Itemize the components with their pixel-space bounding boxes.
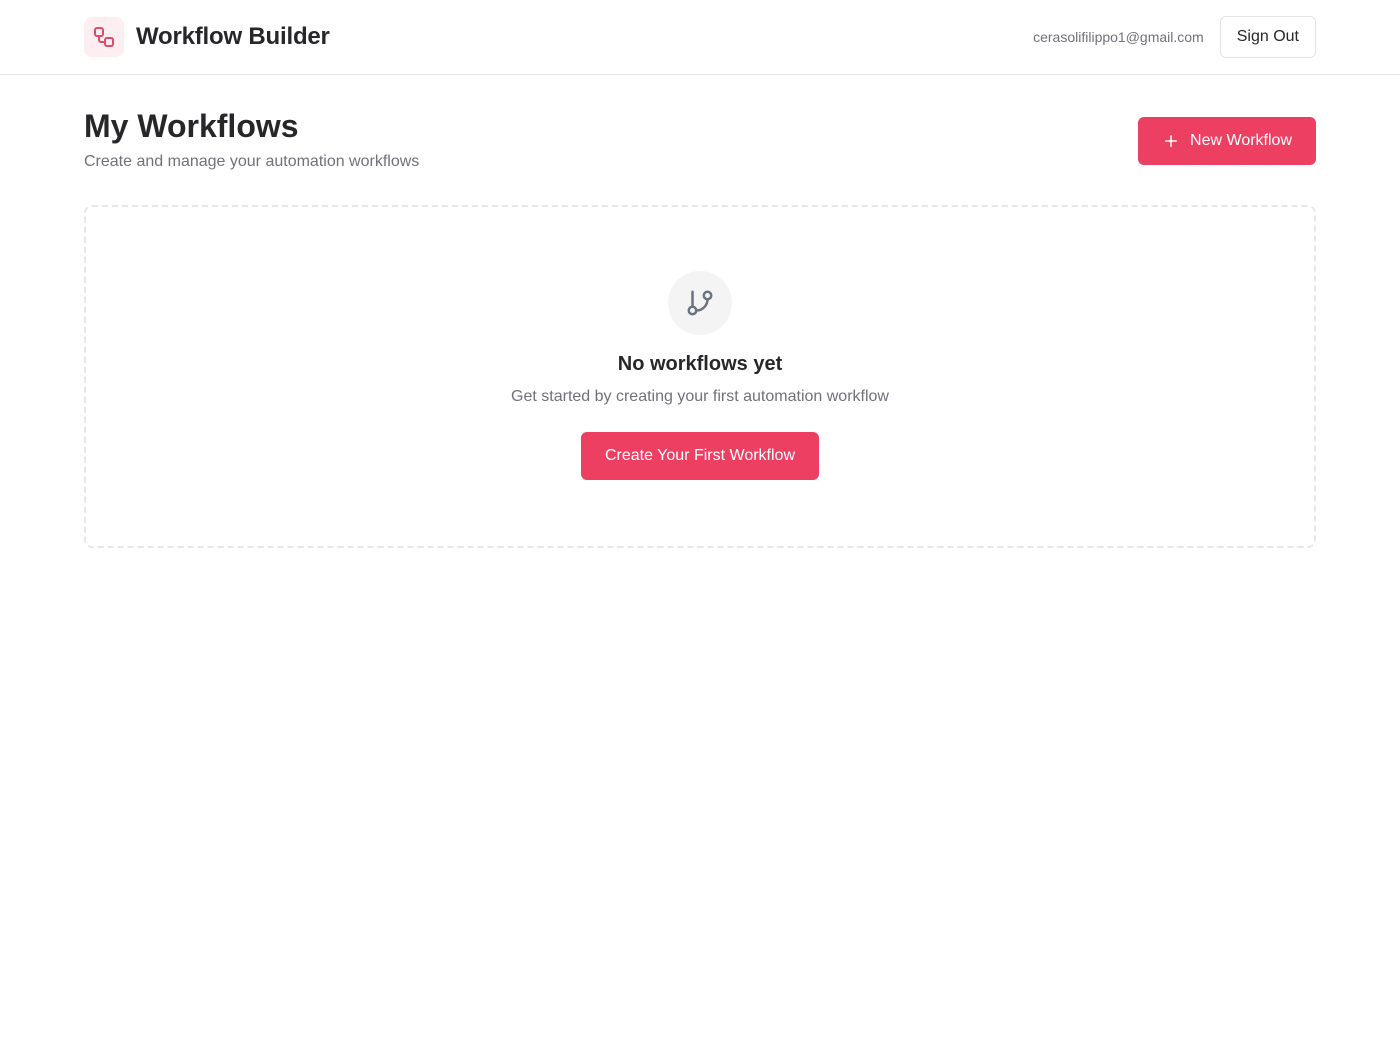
- new-workflow-label: New Workflow: [1190, 132, 1292, 149]
- page-subtitle: Create and manage your automation workfl…: [84, 153, 420, 170]
- workflow-icon: [84, 17, 124, 57]
- plus-icon: [1162, 132, 1180, 150]
- sign-out-button[interactable]: Sign Out: [1219, 16, 1316, 58]
- app-title: Workflow Builder: [136, 23, 330, 50]
- page-title: My Workflows: [84, 108, 299, 144]
- git-branch-icon: [668, 271, 732, 335]
- main-content: My Workflows Create and manage your auto…: [0, 75, 1400, 548]
- page-header: My Workflows Create and manage your auto…: [84, 75, 1316, 171]
- empty-state-description: Get started by creating your first autom…: [511, 388, 889, 405]
- empty-state-card: No workflows yet Get started by creating…: [84, 205, 1316, 548]
- empty-state-title: No workflows yet: [617, 353, 783, 375]
- app-header: Workflow Builder cerasolifilippo1@gmail.…: [0, 0, 1400, 75]
- header-actions: cerasolifilippo1@gmail.com Sign Out: [1033, 16, 1316, 58]
- create-first-workflow-button[interactable]: Create Your First Workflow: [581, 432, 819, 480]
- brand[interactable]: Workflow Builder: [84, 17, 330, 57]
- user-email: cerasolifilippo1@gmail.com: [1033, 29, 1204, 45]
- page-heading-group: My Workflows Create and manage your auto…: [84, 107, 419, 171]
- new-workflow-button[interactable]: New Workflow: [1138, 117, 1316, 165]
